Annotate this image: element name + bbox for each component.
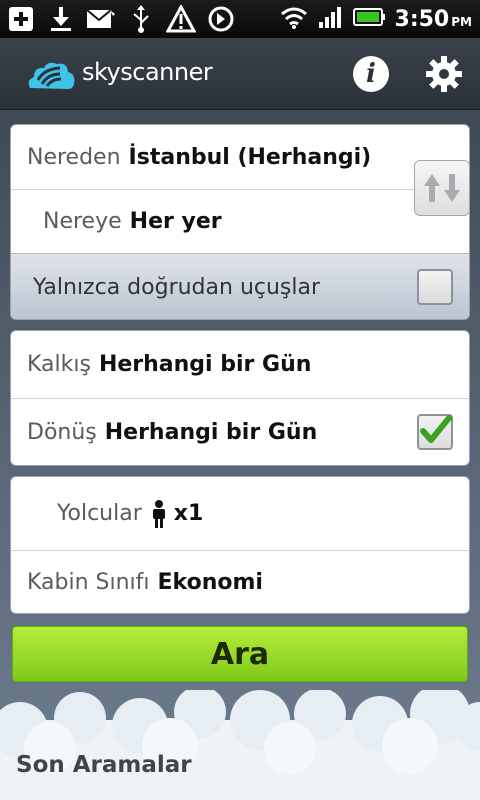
info-button[interactable]: i xyxy=(353,56,389,92)
info-icon: i xyxy=(366,59,376,89)
passengers-label: Yolcular xyxy=(57,501,142,526)
mail-icon xyxy=(86,4,116,34)
to-label: Nereye xyxy=(43,208,122,234)
settings-button[interactable] xyxy=(424,54,464,94)
depart-row[interactable]: Kalkış Herhangi bir Gün xyxy=(11,331,469,398)
warning-icon xyxy=(166,4,196,34)
gear-icon xyxy=(426,56,462,92)
depart-label: Kalkış xyxy=(27,352,91,377)
checkmark-icon xyxy=(420,415,452,443)
usb-icon xyxy=(126,4,156,34)
direct-flights-checkbox[interactable] xyxy=(417,269,453,305)
clouds-decoration xyxy=(0,690,480,800)
cabin-class-value: Ekonomi xyxy=(157,570,263,595)
app-header: skyscanner i xyxy=(0,38,480,110)
status-bar: 3:50 PM xyxy=(0,0,480,38)
direct-flights-row[interactable]: Yalnızca doğrudan uçuşlar xyxy=(11,253,469,319)
passenger-count: x1 xyxy=(173,501,204,526)
sync-icon xyxy=(206,4,236,34)
skyscanner-logo: skyscanner xyxy=(24,52,213,92)
swap-arrows-icon xyxy=(424,174,460,202)
battery-icon xyxy=(352,6,387,32)
to-value: Her yer xyxy=(129,208,222,234)
depart-value: Herhangi bir Gün xyxy=(98,352,312,377)
dates-card: Kalkış Herhangi bir Gün Dönüş Herhangi b… xyxy=(10,330,470,466)
clock-time: 3:50 xyxy=(394,6,450,32)
passengers-row[interactable]: Yolcular x1 xyxy=(11,477,469,550)
search-button[interactable]: Ara xyxy=(12,626,468,682)
return-value: Herhangi bir Gün xyxy=(104,420,318,445)
person-icon xyxy=(152,499,165,528)
passengers-card: Yolcular x1 Kabin Sınıfı Ekonomi xyxy=(10,476,470,614)
swap-button[interactable] xyxy=(414,160,470,216)
cabin-class-row[interactable]: Kabin Sınıfı Ekonomi xyxy=(11,550,469,613)
download-icon xyxy=(46,4,76,34)
signal-icon xyxy=(317,4,345,34)
from-value: İstanbul (Herhangi) xyxy=(128,144,372,170)
to-row[interactable]: Nereye Her yer xyxy=(11,189,469,253)
from-row[interactable]: Nereden İstanbul (Herhangi) xyxy=(11,125,469,189)
brand-name: skyscanner xyxy=(82,58,213,86)
recent-searches-title: Son Aramalar xyxy=(16,752,192,778)
return-label: Dönüş xyxy=(27,420,97,445)
direct-flights-label: Yalnızca doğrudan uçuşlar xyxy=(33,275,321,300)
return-checkbox[interactable] xyxy=(417,414,453,450)
clock-ampm: PM xyxy=(451,14,472,29)
app-screen: 3:50 PM skyscanner i Nereden İstanbul (H… xyxy=(0,0,480,800)
clock: 3:50 PM xyxy=(395,7,472,32)
cabin-class-label: Kabin Sınıfı xyxy=(27,570,150,595)
wifi-icon xyxy=(279,4,309,34)
return-row[interactable]: Dönüş Herhangi bir Gün xyxy=(11,398,469,465)
add-icon xyxy=(6,4,36,34)
skyscanner-cloud-icon xyxy=(28,62,75,89)
route-card: Nereden İstanbul (Herhangi) Nereye Her y… xyxy=(10,124,470,320)
from-label: Nereden xyxy=(27,144,121,170)
